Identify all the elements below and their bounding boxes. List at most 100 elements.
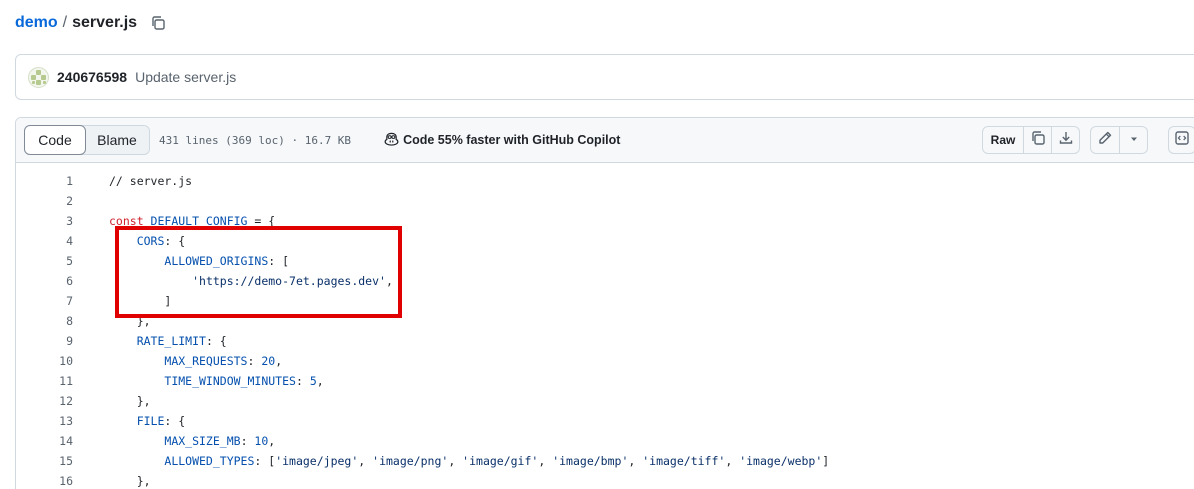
code-line: 1 // server.js [16,171,1194,191]
code-token: , [725,454,740,468]
code-token: 'image/gif' [462,454,539,468]
code-token: , [448,454,463,468]
commit-message[interactable]: Update server.js [135,69,236,85]
edit-more-button[interactable] [1119,127,1147,153]
line-number[interactable]: 5 [16,254,73,268]
code-token: , [538,454,553,468]
line-number[interactable]: 7 [16,294,73,308]
copy-icon [1030,130,1046,151]
code-token: : [240,434,255,448]
avatar[interactable] [28,66,49,88]
symbols-panel-button[interactable] [1168,126,1194,154]
code-line: 12 }, [16,391,1194,411]
line-content: RATE_LIMIT: { [73,334,227,348]
code-token: : { [205,334,227,348]
code-line: 2 [16,191,1194,211]
code-token: MAX_SIZE_MB [164,434,241,448]
code-line: 9 RATE_LIMIT: { [16,331,1194,351]
code-token: }, [109,394,151,408]
breadcrumb: demo / server.js [15,12,166,34]
code-line: 10 MAX_REQUESTS: 20, [16,351,1194,371]
breadcrumb-separator: / [62,14,68,31]
breadcrumb-repo-link[interactable]: demo [15,14,58,32]
code-line: 11 TIME_WINDOW_MINUTES: 5, [16,371,1194,391]
copilot-promo-text: Code 55% faster with GitHub Copilot [403,133,621,147]
copy-raw-button[interactable] [1023,127,1051,153]
code-token: , [358,454,373,468]
download-icon [1058,130,1074,151]
line-number[interactable]: 3 [16,214,73,228]
code-token: 'image/bmp' [552,454,629,468]
view-toggle: Code Blame [24,125,150,155]
copilot-promo[interactable]: Code 55% faster with GitHub Copilot [384,132,620,149]
commit-author[interactable]: 240676598 [57,69,127,85]
line-number[interactable]: 6 [16,274,73,288]
raw-button[interactable]: Raw [983,127,1023,153]
code-square-icon [1174,130,1190,151]
raw-actions-group: Raw [982,126,1080,154]
code-token: : [295,374,310,388]
line-number[interactable]: 2 [16,194,73,208]
line-number[interactable]: 4 [16,234,73,248]
copy-icon[interactable] [150,15,166,31]
code-token: 'image/png' [372,454,449,468]
code-line: 16 }, [16,471,1194,489]
line-number[interactable]: 12 [16,394,73,408]
line-content: }, [73,394,151,408]
code-line: 15 ALLOWED_TYPES: ['image/jpeg', 'image/… [16,451,1194,471]
line-number[interactable]: 9 [16,334,73,348]
code-token: ALLOWED_TYPES [164,454,255,468]
line-content: ALLOWED_TYPES: ['image/jpeg', 'image/png… [73,454,829,468]
code-view: 1// server.js 2 3 const DEFAULT_CONFIG = {4… [16,163,1194,489]
tab-blame[interactable]: Blame [85,126,149,154]
code-token: , [628,454,643,468]
code-token: , [316,374,324,388]
latest-commit-bar: 240676598 Update server.js [15,54,1194,100]
code-line: 13 FILE: { [16,411,1194,431]
code-token: 'image/webp' [739,454,823,468]
triangle-down-icon [1129,131,1139,149]
code-token: 20 [261,354,276,368]
line-number[interactable]: 11 [16,374,73,388]
edit-actions-group [1090,126,1148,154]
code-token: RATE_LIMIT [136,334,206,348]
line-number[interactable]: 16 [16,474,73,488]
line-number[interactable]: 15 [16,454,73,468]
code-line: 14 MAX_SIZE_MB: 10, [16,431,1194,451]
code-token: TIME_WINDOW_MINUTES [164,374,296,388]
code-token: : [ [254,454,276,468]
code-token: : { [164,414,186,428]
file-info: 431 lines (369 loc) · 16.7 KB [159,133,352,147]
line-number[interactable]: 8 [16,314,73,328]
pencil-icon [1097,130,1113,151]
code-token: 10 [254,434,269,448]
line-number[interactable]: 1 [16,174,73,188]
code-token: 5 [309,374,317,388]
tab-code[interactable]: Code [24,125,86,155]
line-content: TIME_WINDOW_MINUTES: 5, [73,374,324,388]
highlight-box [115,226,402,318]
copilot-icon [384,132,403,149]
edit-button[interactable] [1091,127,1119,153]
line-content: }, [73,474,151,488]
code-token: , [275,354,283,368]
line-number[interactable]: 10 [16,354,73,368]
download-button[interactable] [1051,127,1079,153]
line-content: MAX_REQUESTS: 20, [73,354,282,368]
code-token: , [268,434,276,448]
line-number[interactable]: 13 [16,414,73,428]
line-number[interactable]: 14 [16,434,73,448]
line-content: FILE: { [73,414,185,428]
code-token: : [247,354,262,368]
code-token: ] [822,454,830,468]
code-token: FILE [136,414,165,428]
breadcrumb-file-name: server.js [72,14,138,31]
file-actions: Raw [982,126,1148,154]
code-token: 'image/jpeg' [275,454,359,468]
